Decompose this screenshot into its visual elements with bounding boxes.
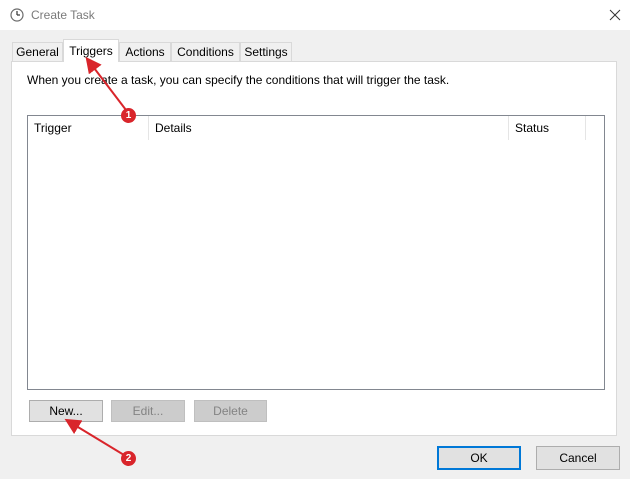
annotation-arrows: [64, 56, 127, 456]
annotation-callout-1: 1: [121, 108, 136, 123]
annotation-arrow-1: [85, 56, 127, 111]
create-task-dialog: Create Task General Triggers Actions Con…: [0, 0, 630, 479]
annotation-callout-2: 2: [121, 451, 136, 466]
annotation-arrow-2: [64, 418, 125, 456]
